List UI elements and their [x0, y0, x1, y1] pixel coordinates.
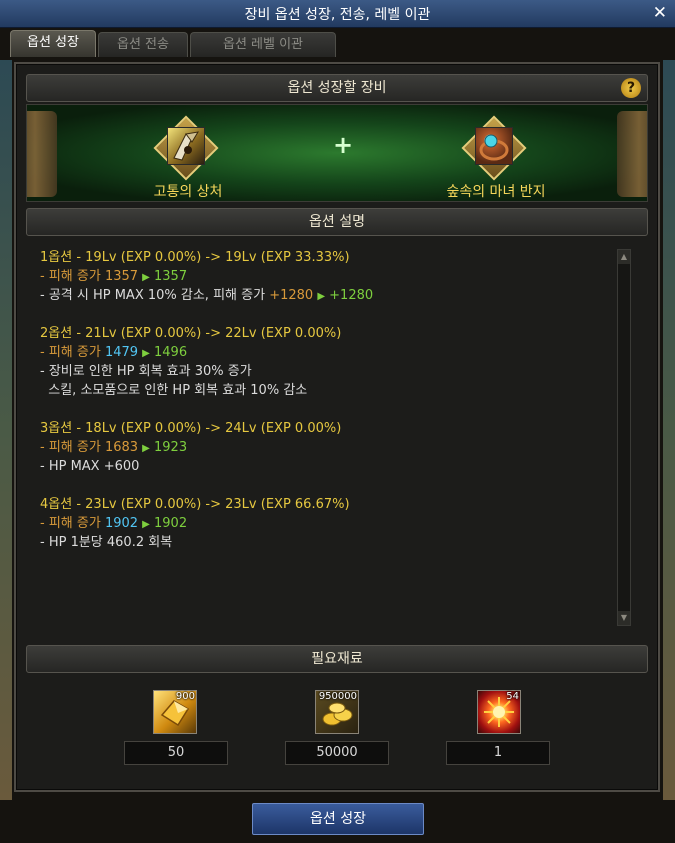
description-scrollbar[interactable]: ▲ ▼ — [617, 249, 631, 626]
description-section-header: 옵션 설명 — [26, 208, 648, 236]
equipment-banner: 고통의 상처 + 숲속의 마녀 반지 — [26, 104, 648, 202]
option-growth-button[interactable]: 옵션 성장 — [252, 803, 424, 835]
gold-crystal-icon[interactable]: 900 — [153, 690, 197, 734]
window-title: 장비 옵션 성장, 전송, 레벨 이관 — [244, 7, 431, 23]
option-3-damage-after: 1923 — [154, 440, 188, 455]
option-4-header: 4옵션 - 23Lv (EXP 0.00%) -> 23Lv (EXP 66.6… — [40, 497, 350, 512]
tab-option-growth[interactable]: 옵션 성장 — [10, 30, 96, 57]
option-4-damage-label: - 피해 증가 — [40, 516, 105, 531]
arrow-icon: ▶ — [142, 348, 150, 359]
option-2-line-2: 스킬, 소모품으로 인한 HP 회복 효과 10% 감소 — [40, 383, 308, 398]
plus-icon: + — [333, 131, 354, 159]
arrow-icon: ▶ — [317, 291, 326, 302]
wound-weapon-icon[interactable] — [167, 127, 205, 165]
material-3-required: 1 — [446, 741, 550, 765]
option-4-damage-after: 1902 — [154, 516, 188, 531]
equipment-name-2: 숲속의 마녀 반지 — [446, 184, 546, 200]
option-3-damage-before: 1683 — [104, 440, 139, 455]
scroll-up-icon[interactable]: ▲ — [618, 250, 630, 264]
option-1-header: 1옵션 - 19Lv (EXP 0.00%) -> 19Lv (EXP 33.3… — [40, 250, 350, 265]
close-icon[interactable]: ✕ — [653, 3, 667, 23]
option-1-damage-after: 1357 — [154, 269, 188, 284]
option-2-line-1: - 장비로 인한 HP 회복 효과 30% 증가 — [40, 364, 252, 379]
equipment-name-1: 고통의 상처 — [153, 184, 223, 200]
help-icon[interactable]: ? — [621, 78, 641, 98]
arrow-icon: ▶ — [142, 519, 150, 530]
background-right — [663, 60, 675, 800]
arrow-icon: ▶ — [142, 272, 150, 283]
option-4-damage-before: 1902 — [104, 516, 139, 531]
option-3-damage-label: - 피해 증가 — [40, 440, 105, 455]
option-1-extra-text: - 공격 시 HP MAX 10% 감소, 피해 증가 — [40, 288, 270, 303]
scroll-ornament-right — [617, 111, 647, 197]
option-2-damage: - 피해 증가 1479 ▶ 1496 — [40, 343, 610, 362]
material-1-required: 50 — [124, 741, 228, 765]
material-2-required: 50000 — [285, 741, 389, 765]
scroll-ornament-left — [27, 111, 57, 197]
option-4-damage: - 피해 증가 1902 ▶ 1902 — [40, 514, 610, 533]
option-3-line-1: - HP MAX +600 — [40, 459, 140, 474]
arrow-icon: ▶ — [142, 443, 150, 454]
equipment-section-header: 옵션 성장할 장비 ? — [26, 74, 648, 102]
material-2-owned: 950000 — [318, 691, 357, 702]
materials-section-title: 필요재료 — [311, 651, 363, 667]
option-4-line-1: - HP 1분당 460.2 회복 — [40, 535, 173, 550]
option-1-damage: - 피해 증가 1357 ▶ 1357 — [40, 267, 610, 286]
option-1-extra-before: +1280 — [269, 288, 314, 303]
option-2-damage-label: - 피해 증가 — [40, 345, 105, 360]
background-left — [0, 60, 12, 800]
gold-coins-icon[interactable]: 950000 — [315, 690, 359, 734]
tab-option-transfer[interactable]: 옵션 전송 — [98, 32, 188, 57]
option-1-damage-label: - 피해 증가 — [40, 269, 105, 284]
fire-orb-icon[interactable]: 54 — [477, 690, 521, 734]
materials-section-header: 필요재료 — [26, 645, 648, 673]
material-1-owned: 900 — [175, 691, 195, 702]
option-3-header: 3옵션 - 18Lv (EXP 0.00%) -> 24Lv (EXP 0.00… — [40, 421, 342, 436]
option-1-extra: - 공격 시 HP MAX 10% 감소, 피해 증가 +1280 ▶ +128… — [40, 286, 610, 305]
option-2-damage-after: 1496 — [154, 345, 188, 360]
equipment-section-title: 옵션 성장할 장비 — [287, 80, 387, 96]
option-1-extra-after: +1280 — [329, 288, 374, 303]
witch-ring-icon[interactable] — [475, 127, 513, 165]
option-2-damage-before: 1479 — [104, 345, 139, 360]
option-2-header: 2옵션 - 21Lv (EXP 0.00%) -> 22Lv (EXP 0.00… — [40, 326, 342, 341]
tab-option-level-transfer[interactable]: 옵션 레벨 이관 — [190, 32, 336, 57]
option-description-list: 1옵션 - 19Lv (EXP 0.00%) -> 19Lv (EXP 33.3… — [40, 248, 610, 628]
option-3-damage: - 피해 증가 1683 ▶ 1923 — [40, 438, 610, 457]
option-1-damage-before: 1357 — [104, 269, 139, 284]
title-bar: 장비 옵션 성장, 전송, 레벨 이관 ✕ — [0, 0, 675, 28]
material-3-owned: 54 — [506, 691, 519, 702]
tab-bar: 옵션 성장 옵션 전송 옵션 레벨 이관 — [10, 30, 670, 58]
scroll-down-icon[interactable]: ▼ — [618, 611, 630, 625]
description-section-title: 옵션 설명 — [309, 214, 365, 230]
